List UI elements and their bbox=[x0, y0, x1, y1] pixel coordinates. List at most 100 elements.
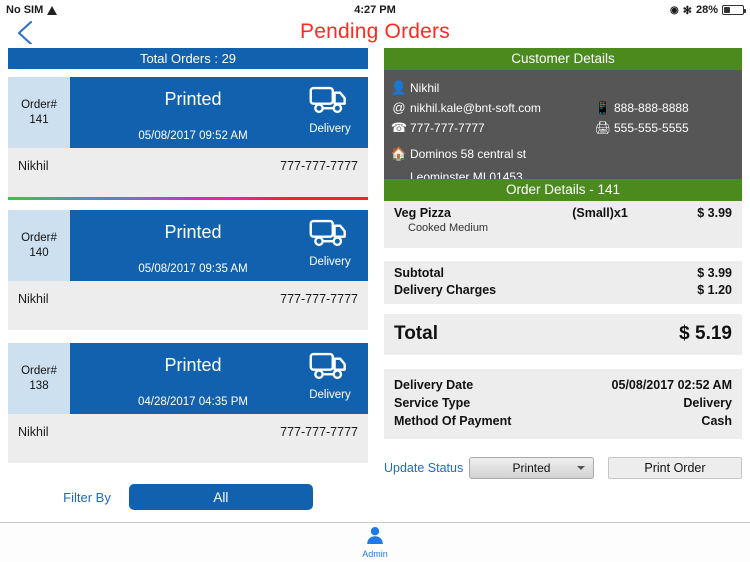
delivery-date-value: 05/08/2017 02:52 AM bbox=[611, 378, 732, 392]
customer-address-line1: Dominos 58 central st bbox=[410, 147, 527, 161]
customer-address-row-1: 🏠 Dominos 58 central st bbox=[388, 146, 526, 162]
order-number-label: Order# bbox=[21, 232, 57, 245]
order-service-label: Delivery bbox=[309, 123, 351, 135]
order-service-type: Delivery bbox=[298, 83, 362, 135]
service-type-value: Delivery bbox=[683, 396, 732, 410]
customer-details-body: 👤 Nikhil @ nikhil.kale@bnt-soft.com ☎ 77… bbox=[384, 70, 742, 184]
total-orders-banner: Total Orders : 29 bbox=[8, 48, 368, 69]
customer-details-grid: 👤 Nikhil @ nikhil.kale@bnt-soft.com ☎ 77… bbox=[384, 76, 742, 184]
order-card-header: Order# 141 Printed 05/08/2017 09:52 AM D… bbox=[8, 77, 368, 148]
order-items-list: Veg Pizza (Small)x1 $ 3.99 Cooked Medium bbox=[384, 201, 742, 248]
tab-admin[interactable]: Admin bbox=[362, 526, 388, 559]
order-number-label: Order# bbox=[21, 365, 57, 378]
order-customer-name: Nikhil bbox=[18, 291, 49, 306]
tab-bar: Admin bbox=[0, 522, 750, 562]
order-card-header: Order# 140 Printed 05/08/2017 09:35 AM D… bbox=[8, 210, 368, 281]
home-icon: 🏠 bbox=[390, 146, 408, 161]
order-item-note: Cooked Medium bbox=[408, 222, 489, 234]
navigation-bar: Pending Orders bbox=[0, 20, 750, 46]
order-service-label: Delivery bbox=[309, 256, 351, 268]
clock-label: 4:27 PM bbox=[354, 4, 396, 16]
location-services-icon: ◉ bbox=[670, 4, 679, 16]
order-customer-phone: 777-777-7777 bbox=[280, 424, 358, 439]
orders-panel: Total Orders : 29 Order# 141 Printed 05/… bbox=[0, 44, 376, 522]
filter-by-label: Filter By bbox=[63, 489, 111, 505]
delivery-charges-value: $ 1.20 bbox=[697, 283, 732, 297]
status-bar-right: ◉ ✻ 28% bbox=[670, 4, 746, 17]
service-type-row: Service Type Delivery bbox=[394, 394, 732, 412]
filter-all-button[interactable]: All bbox=[128, 484, 313, 510]
delivery-truck-icon bbox=[309, 219, 346, 247]
order-item-name: Veg Pizza bbox=[394, 206, 451, 220]
customer-mobile-value: 888-888-8888 bbox=[614, 101, 689, 115]
subtotal-value: $ 3.99 bbox=[697, 266, 732, 280]
order-service-type: Delivery bbox=[298, 349, 362, 401]
order-number-value: 138 bbox=[29, 379, 49, 392]
battery-percent-label: 28% bbox=[695, 4, 718, 16]
customer-fax-value: 555-555-5555 bbox=[614, 121, 689, 135]
app-screen: No SIM 4:27 PM ◉ ✻ 28% Pending Orders To… bbox=[0, 0, 750, 562]
person-icon: 👤 bbox=[390, 80, 408, 95]
payment-method-label: Method Of Payment bbox=[394, 414, 512, 428]
order-customer-phone: 777-777-7777 bbox=[280, 158, 358, 173]
update-status-row: Update Status Printed Print Order bbox=[384, 457, 742, 479]
payment-method-value: Cash bbox=[701, 414, 732, 428]
status-select-wrapper[interactable]: Printed bbox=[468, 457, 594, 479]
order-service-label: Delivery bbox=[309, 389, 351, 401]
delivery-charges-row: Delivery Charges $ 1.20 bbox=[394, 282, 732, 299]
order-number-cell: Order# 140 bbox=[8, 210, 70, 281]
tab-admin-label: Admin bbox=[362, 549, 388, 559]
order-card[interactable]: Order# 140 Printed 05/08/2017 09:35 AM D… bbox=[8, 210, 368, 330]
order-customer-name: Nikhil bbox=[18, 424, 49, 439]
customer-email-row: @ nikhil.kale@bnt-soft.com bbox=[388, 100, 541, 115]
phone-icon: ☎ bbox=[390, 120, 408, 135]
page-title: Pending Orders bbox=[300, 20, 450, 43]
delivery-date-row: Delivery Date 05/08/2017 02:52 AM bbox=[394, 376, 732, 394]
order-card-body: Printed 04/28/2017 04:35 PM Delivery bbox=[70, 343, 368, 414]
order-customer-row: Nikhil 777-777-7777 bbox=[8, 414, 368, 449]
order-service-type: Delivery bbox=[298, 216, 362, 268]
bluetooth-icon: ✻ bbox=[682, 4, 692, 17]
customer-email-value: nikhil.kale@bnt-soft.com bbox=[410, 100, 541, 115]
customer-phone-row: ☎ 777-777-7777 bbox=[388, 120, 485, 136]
delivery-truck-icon bbox=[309, 86, 346, 114]
order-card-body: Printed 05/08/2017 09:35 AM Delivery bbox=[70, 210, 368, 281]
print-order-button[interactable]: Print Order bbox=[607, 457, 742, 479]
order-customer-row: Nikhil 777-777-7777 bbox=[8, 281, 368, 316]
order-customer-name: Nikhil bbox=[18, 158, 49, 173]
chevron-down-icon bbox=[576, 466, 585, 470]
order-item-price: $ 3.99 bbox=[697, 206, 732, 220]
order-customer-row: Nikhil 777-777-7777 bbox=[8, 148, 368, 183]
order-number-value: 140 bbox=[29, 246, 49, 259]
order-details-section: Order Details - 141 Veg Pizza (Small)x1 … bbox=[384, 179, 742, 439]
subtotal-label: Subtotal bbox=[394, 266, 444, 280]
customer-name-row: 👤 Nikhil bbox=[388, 80, 439, 96]
order-card-body: Printed 05/08/2017 09:52 AM Delivery bbox=[70, 77, 368, 148]
details-panel: Customer Details 👤 Nikhil @ nikhil.kale@… bbox=[376, 44, 750, 522]
delivery-charges-label: Delivery Charges bbox=[394, 283, 497, 297]
order-item-row: Veg Pizza (Small)x1 $ 3.99 bbox=[394, 206, 732, 220]
order-details-header: Order Details - 141 bbox=[384, 179, 742, 201]
order-card[interactable]: Order# 141 Printed 05/08/2017 09:52 AM D… bbox=[8, 77, 368, 200]
order-number-cell: Order# 141 bbox=[8, 77, 70, 148]
order-number-label: Order# bbox=[21, 99, 57, 112]
order-totals-block: Subtotal $ 3.99 Delivery Charges $ 1.20 bbox=[384, 261, 742, 304]
order-card-spacer bbox=[8, 316, 368, 330]
subtotal-row: Subtotal $ 3.99 bbox=[394, 265, 732, 282]
filter-row: Filter By All bbox=[0, 484, 376, 510]
customer-details-header: Customer Details bbox=[384, 48, 742, 70]
status-select[interactable]: Printed bbox=[468, 457, 594, 479]
order-card-header: Order# 138 Printed 04/28/2017 04:35 PM D… bbox=[8, 343, 368, 414]
grand-total-row: Total $ 5.19 bbox=[384, 314, 742, 355]
at-sign-icon: @ bbox=[392, 100, 406, 115]
order-card-spacer bbox=[8, 449, 368, 463]
order-customer-phone: 777-777-7777 bbox=[280, 291, 358, 306]
battery-icon bbox=[722, 5, 746, 15]
order-number-cell: Order# 138 bbox=[8, 343, 70, 414]
order-item-size: (Small)x1 bbox=[572, 206, 628, 220]
delivery-date-label: Delivery Date bbox=[394, 378, 474, 392]
grand-total-label: Total bbox=[394, 323, 438, 344]
customer-fax-row: 🖨 555-555-5555 bbox=[592, 120, 689, 136]
payment-method-row: Method Of Payment Cash bbox=[394, 412, 732, 430]
order-card[interactable]: Order# 138 Printed 04/28/2017 04:35 PM D… bbox=[8, 343, 368, 463]
